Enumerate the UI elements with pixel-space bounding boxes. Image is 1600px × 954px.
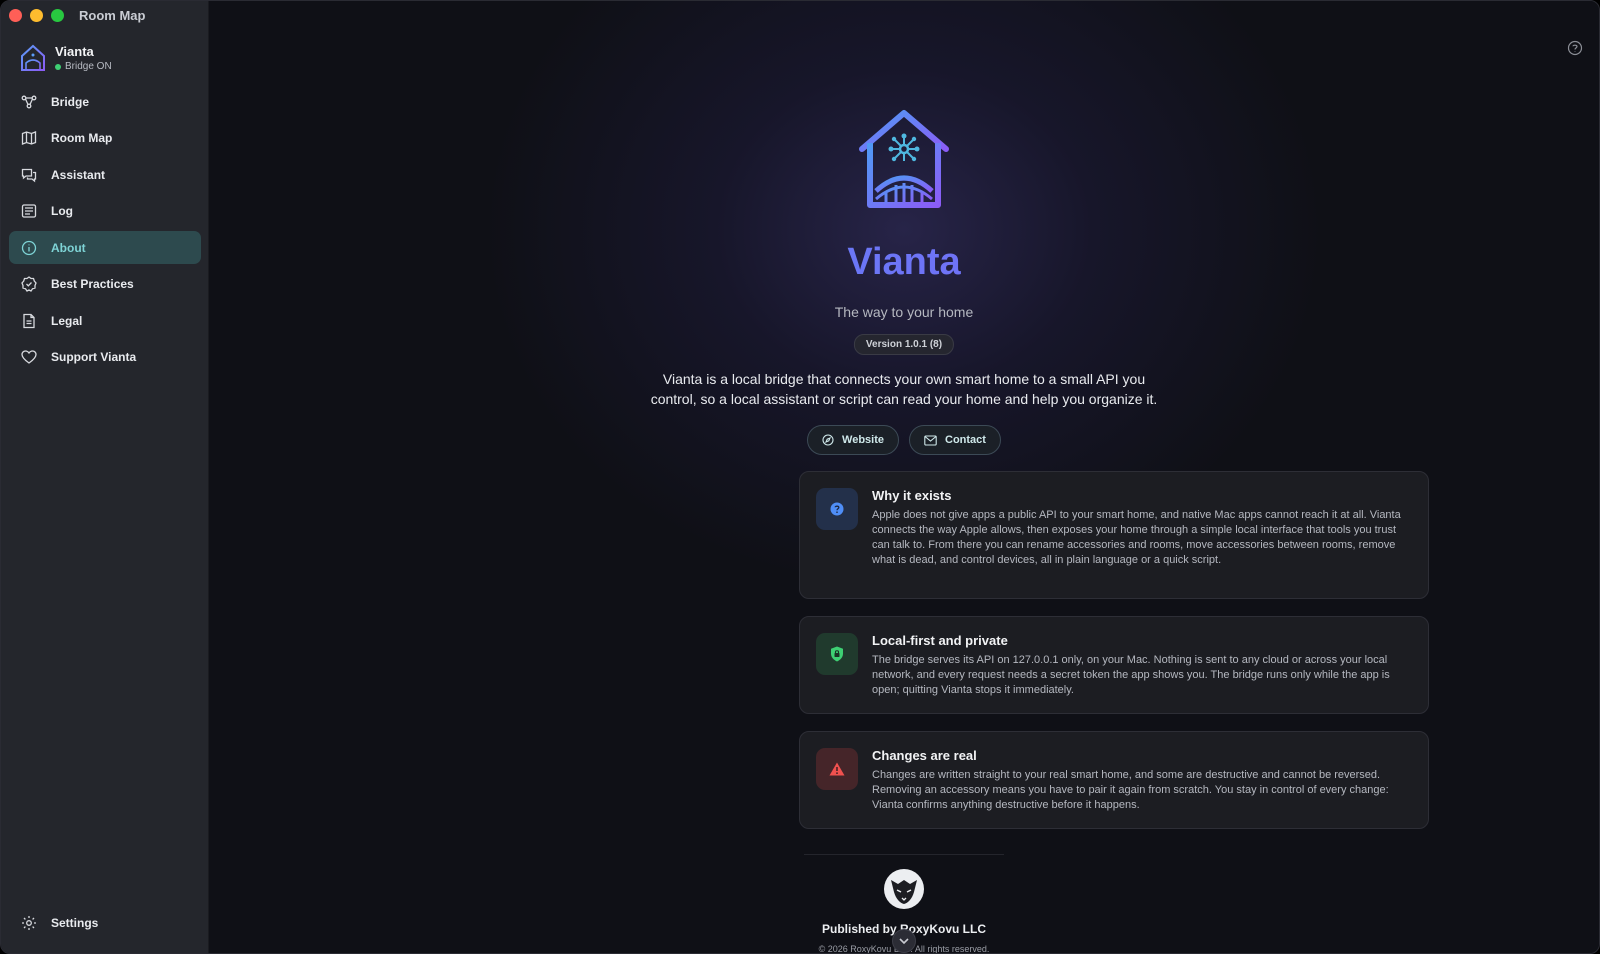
app-window: Room Map Vianta Bridge ON Bridge Room Ma… (0, 0, 1600, 954)
scroll-down-button[interactable] (892, 929, 916, 953)
bridge-status-text: Bridge ON (65, 61, 112, 72)
card-title: Why it exists (872, 488, 952, 503)
status-dot-icon (55, 63, 61, 70)
version-badge: Version 1.0.1 (8) (853, 334, 955, 355)
window-title: Room Map (79, 8, 146, 23)
sidebar-item-label: About (51, 240, 86, 255)
sidebar-item-legal[interactable]: Legal (9, 304, 201, 337)
about-page: Vianta The way to your home Version 1.0.… (209, 1, 1599, 953)
sidebar-item-assistant[interactable]: Assistant (9, 158, 201, 191)
sidebar-item-label: Room Map (51, 131, 113, 145)
why-it-exists-card: Why it exists Apple does not give apps a… (799, 471, 1429, 599)
settings-area: Settings (9, 907, 201, 944)
card-body: The bridge serves its API on 127.0.0.1 o… (872, 654, 1390, 696)
envelope-icon (924, 434, 937, 446)
brand-name: Vianta (55, 44, 94, 59)
sidebar-item-label: Assistant (51, 167, 106, 182)
map-icon (21, 130, 37, 146)
sidebar-item-label: Best Practices (51, 277, 134, 291)
window-controls (9, 9, 64, 22)
card-title: Changes are real (872, 748, 977, 763)
document-icon (21, 313, 37, 329)
sidebar-nav: Bridge Room Map Assistant Log About Best… (9, 85, 201, 377)
warning-icon (816, 748, 858, 790)
tagline: The way to your home (834, 304, 974, 320)
gear-icon (21, 915, 37, 931)
sidebar: Room Map Vianta Bridge ON Bridge Room Ma… (1, 1, 209, 953)
footer-divider (804, 854, 1004, 855)
shield-icon (816, 633, 858, 675)
brand-header: Vianta Bridge ON (19, 43, 112, 73)
settings-label: Settings (51, 916, 99, 930)
contact-button[interactable]: Contact (909, 425, 1001, 455)
compass-icon (822, 434, 834, 446)
info-icon (21, 240, 37, 256)
sidebar-item-settings[interactable]: Settings (9, 907, 201, 940)
vianta-hero-logo-icon (859, 110, 949, 208)
heart-icon (21, 349, 37, 365)
bridge-status: Bridge ON (55, 61, 112, 72)
minimize-window-button[interactable] (30, 9, 43, 22)
log-icon (21, 203, 37, 219)
sidebar-item-label: Log (51, 204, 73, 218)
sidebar-item-label: Bridge (51, 94, 90, 109)
changes-are-real-card: Changes are real Changes are written str… (799, 731, 1429, 829)
card-title: Local-first and private (872, 633, 1008, 648)
sidebar-item-support-vianta[interactable]: Support Vianta (9, 341, 201, 374)
sidebar-item-about[interactable]: About (9, 231, 201, 264)
chevron-down-icon (899, 937, 909, 944)
card-body: Apple does not give apps a public API to… (872, 509, 1401, 566)
vianta-logo-icon (21, 44, 45, 71)
contact-label: Contact (945, 434, 986, 446)
link-buttons: Website Contact (209, 425, 1599, 455)
close-window-button[interactable] (9, 9, 22, 22)
check-badge-icon (21, 276, 37, 292)
card-body: Changes are written straight to your rea… (872, 769, 1389, 811)
sidebar-item-best-practices[interactable]: Best Practices (9, 268, 201, 301)
bridge-icon (21, 94, 37, 110)
question-icon (816, 488, 858, 530)
sidebar-item-label: Legal (51, 313, 83, 328)
local-first-card: Local-first and private The bridge serve… (799, 616, 1429, 714)
chat-icon (21, 167, 37, 183)
website-label: Website (842, 434, 885, 446)
maximize-window-button[interactable] (51, 9, 64, 22)
sidebar-item-log[interactable]: Log (9, 195, 201, 228)
help-icon[interactable] (1567, 40, 1583, 56)
app-description: Vianta is a local bridge that connects y… (650, 371, 1158, 407)
sidebar-item-room-map[interactable]: Room Map (9, 122, 201, 155)
website-button[interactable]: Website (807, 425, 900, 455)
publisher-fox-logo-icon (884, 869, 924, 909)
app-name: Vianta (209, 241, 1599, 284)
sidebar-item-label: Support Vianta (51, 350, 137, 364)
sidebar-item-bridge[interactable]: Bridge (9, 85, 201, 118)
